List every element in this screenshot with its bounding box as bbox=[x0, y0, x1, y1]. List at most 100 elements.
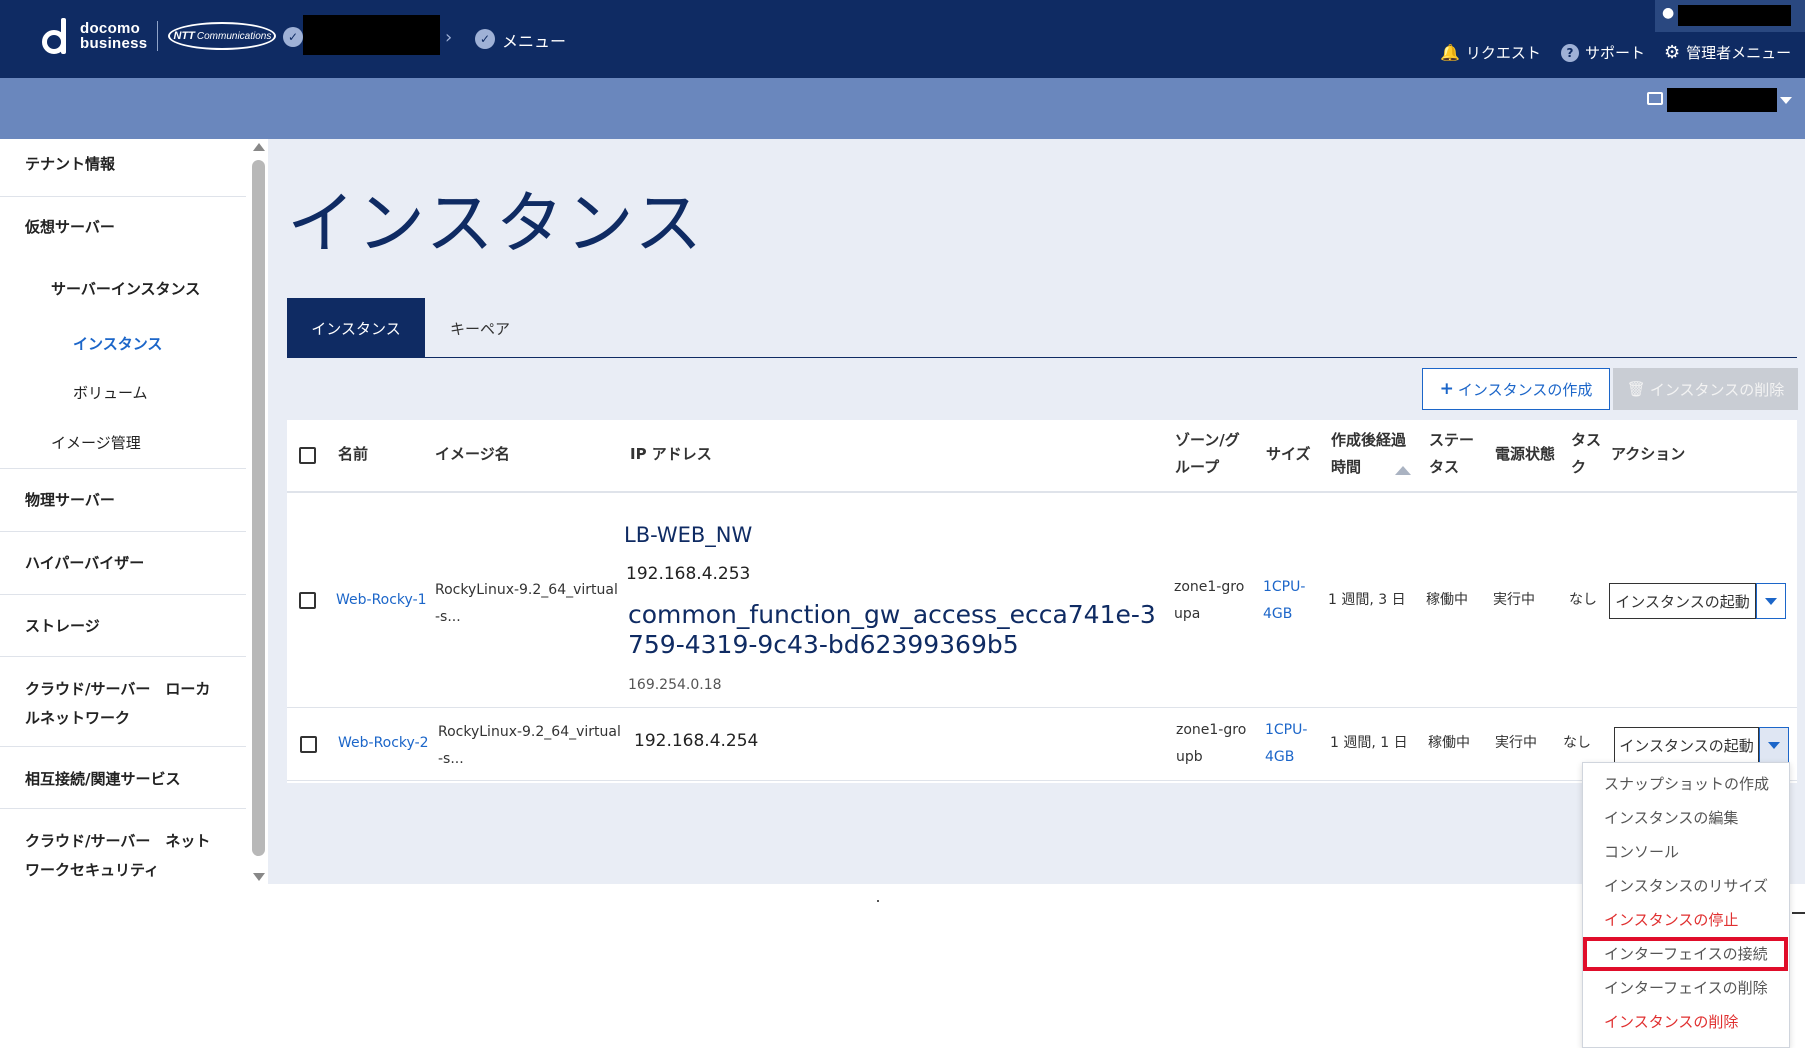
power-state: 実行中 bbox=[1495, 735, 1537, 751]
page-title: インスタンス bbox=[287, 185, 705, 264]
zone-group: zone1-gro upb bbox=[1176, 722, 1247, 765]
sidebar-divider bbox=[0, 468, 246, 469]
instance-name-link[interactable]: Web-Rocky-2 bbox=[338, 730, 429, 757]
col-header-zone[interactable]: ゾーン/グ ループ bbox=[1175, 427, 1240, 481]
breadcrumb-menu[interactable]: メニュー bbox=[502, 28, 566, 52]
size-link[interactable]: 1CPU- 4GB bbox=[1265, 717, 1307, 771]
status: 稼働中 bbox=[1426, 592, 1468, 608]
trash-icon: 🗑 bbox=[1626, 380, 1646, 398]
image-name: RockyLinux-9.2_64_virtual -s... bbox=[438, 724, 621, 767]
tab-instance[interactable]: インスタンス bbox=[287, 298, 425, 358]
col-header-action: アクション bbox=[1611, 445, 1686, 463]
redacted-project-selector[interactable] bbox=[1667, 88, 1777, 112]
image-name: RockyLinux-9.2_64_virtual -s... bbox=[435, 582, 618, 625]
admin-menu-link[interactable]: ⚙ 管理者メニュー bbox=[1664, 42, 1791, 63]
size-link[interactable]: 1CPU- 4GB bbox=[1263, 574, 1305, 628]
sidebar-divider bbox=[0, 196, 246, 197]
table-header-divider bbox=[287, 491, 1797, 493]
select-all-checkbox[interactable] bbox=[299, 447, 316, 464]
row-checkbox[interactable] bbox=[299, 592, 316, 609]
scrollbar-thumb[interactable] bbox=[252, 160, 265, 856]
ntt-communications-logo: NTT Communications bbox=[168, 22, 277, 50]
col-header-ip[interactable]: IP アドレス bbox=[630, 441, 712, 468]
sidebar-item-tenant-info[interactable]: テナント情報 bbox=[25, 153, 272, 174]
network-name: common_function_gw_access_ecca741e-3 759… bbox=[628, 600, 1156, 659]
gear-icon: ⚙ bbox=[1664, 42, 1681, 63]
task: なし bbox=[1563, 735, 1591, 751]
elapsed-time: 1 週間, 3 日 bbox=[1328, 592, 1406, 608]
logo-text: docomo business bbox=[80, 20, 148, 52]
redacted-user-name bbox=[1678, 5, 1791, 26]
elapsed-time: 1 週間, 1 日 bbox=[1330, 735, 1408, 751]
caret-down-icon bbox=[1765, 597, 1777, 605]
scroll-up-arrow-icon[interactable] bbox=[253, 143, 265, 151]
menu-item-detach-interface[interactable]: インターフェイスの削除 bbox=[1604, 977, 1768, 998]
sidebar-divider bbox=[0, 808, 246, 809]
start-instance-button[interactable]: インスタンスの起動 bbox=[1614, 727, 1759, 763]
menu-item-stop-instance[interactable]: インスタンスの停止 bbox=[1604, 909, 1738, 930]
edge-line bbox=[1792, 912, 1805, 914]
instance-name-link[interactable]: Web-Rocky-1 bbox=[336, 587, 427, 614]
ip-address: 192.168.4.254 bbox=[634, 731, 759, 751]
row-divider bbox=[287, 707, 1797, 708]
start-instance-button[interactable]: インスタンスの起動 bbox=[1609, 583, 1756, 619]
menu-item-create-snapshot[interactable]: スナップショットの作成 bbox=[1604, 773, 1769, 794]
sidebar-item-virtual-server[interactable]: 仮想サーバー bbox=[25, 216, 272, 237]
help-icon: ? bbox=[1561, 43, 1579, 62]
action-menu-toggle[interactable] bbox=[1756, 583, 1786, 619]
sidebar-divider bbox=[0, 746, 246, 747]
menu-item-console[interactable]: コンソール bbox=[1604, 841, 1679, 862]
sub-header-bar bbox=[0, 78, 1805, 139]
scroll-down-arrow-icon[interactable] bbox=[253, 873, 265, 881]
power-state: 実行中 bbox=[1493, 592, 1535, 608]
sidebar-divider bbox=[0, 531, 246, 532]
support-link[interactable]: ? サポート bbox=[1561, 42, 1645, 63]
col-header-status[interactable]: ステー タス bbox=[1429, 427, 1474, 481]
delete-instance-button[interactable]: 🗑 インスタンスの削除 bbox=[1613, 368, 1798, 410]
sidebar-item-network-security[interactable]: クラウド/サーバー ネット ワークセキュリティ bbox=[25, 830, 272, 880]
row-checkbox[interactable] bbox=[300, 736, 317, 753]
tab-underline bbox=[287, 357, 1797, 358]
caret-down-icon[interactable] bbox=[1780, 97, 1792, 104]
breadcrumb-chevron-icon: › bbox=[445, 27, 453, 48]
tenant-check-icon: ✓ bbox=[283, 27, 303, 47]
col-header-name[interactable]: 名前 bbox=[338, 441, 368, 468]
user-icon: ● bbox=[1662, 5, 1675, 21]
menu-item-edit-instance[interactable]: インスタンスの編集 bbox=[1604, 807, 1738, 828]
docomo-business-logo[interactable]: docomo business NTT Communications bbox=[40, 18, 277, 54]
status: 稼働中 bbox=[1428, 735, 1470, 751]
sidebar-item-hypervisor[interactable]: ハイパーバイザー bbox=[25, 552, 272, 573]
sidebar-item-local-network[interactable]: クラウド/サーバー ローカ ルネットワーク bbox=[25, 678, 272, 728]
menu-item-delete-instance[interactable]: インスタンスの削除 bbox=[1604, 1011, 1738, 1032]
project-icon bbox=[1647, 92, 1663, 105]
instance-action-dropdown bbox=[1582, 762, 1790, 1048]
menu-item-resize-instance[interactable]: インスタンスのリサイズ bbox=[1604, 875, 1768, 896]
sidebar-divider bbox=[0, 656, 246, 657]
zone-group: zone1-gro upa bbox=[1174, 579, 1245, 622]
col-header-image[interactable]: イメージ名 bbox=[435, 441, 510, 468]
plus-icon: + bbox=[1439, 379, 1454, 399]
ip-address: 192.168.4.253 bbox=[626, 564, 751, 584]
caret-down-icon bbox=[1768, 741, 1780, 749]
bell-icon: 🔔 bbox=[1440, 43, 1460, 62]
col-header-power[interactable]: 電源状態 bbox=[1495, 441, 1555, 468]
action-menu-toggle[interactable] bbox=[1759, 727, 1789, 763]
sidebar-item-storage[interactable]: ストレージ bbox=[25, 615, 272, 636]
highlight-box bbox=[1583, 937, 1788, 971]
redacted-tenant-name[interactable] bbox=[303, 15, 440, 55]
docomo-d-icon bbox=[40, 18, 70, 54]
sidebar-item-interconnect[interactable]: 相互接続/関連サービス bbox=[25, 768, 272, 789]
ip-address: 169.254.0.18 bbox=[628, 677, 722, 693]
sidebar-item-physical-server[interactable]: 物理サーバー bbox=[25, 489, 272, 510]
menu-check-icon: ✓ bbox=[475, 29, 495, 49]
tab-keypair[interactable]: キーペア bbox=[440, 298, 520, 358]
network-name: LB-WEB_NW bbox=[624, 523, 753, 547]
create-instance-button[interactable]: + インスタンスの作成 bbox=[1422, 368, 1610, 410]
stray-dot bbox=[877, 900, 879, 902]
row-divider bbox=[287, 780, 1797, 781]
col-header-size[interactable]: サイズ bbox=[1266, 441, 1311, 468]
col-header-task[interactable]: タス ク bbox=[1571, 427, 1601, 481]
logo-separator bbox=[157, 21, 159, 51]
sort-ascending-icon[interactable] bbox=[1395, 466, 1411, 475]
request-link[interactable]: 🔔 リクエスト bbox=[1440, 42, 1541, 63]
